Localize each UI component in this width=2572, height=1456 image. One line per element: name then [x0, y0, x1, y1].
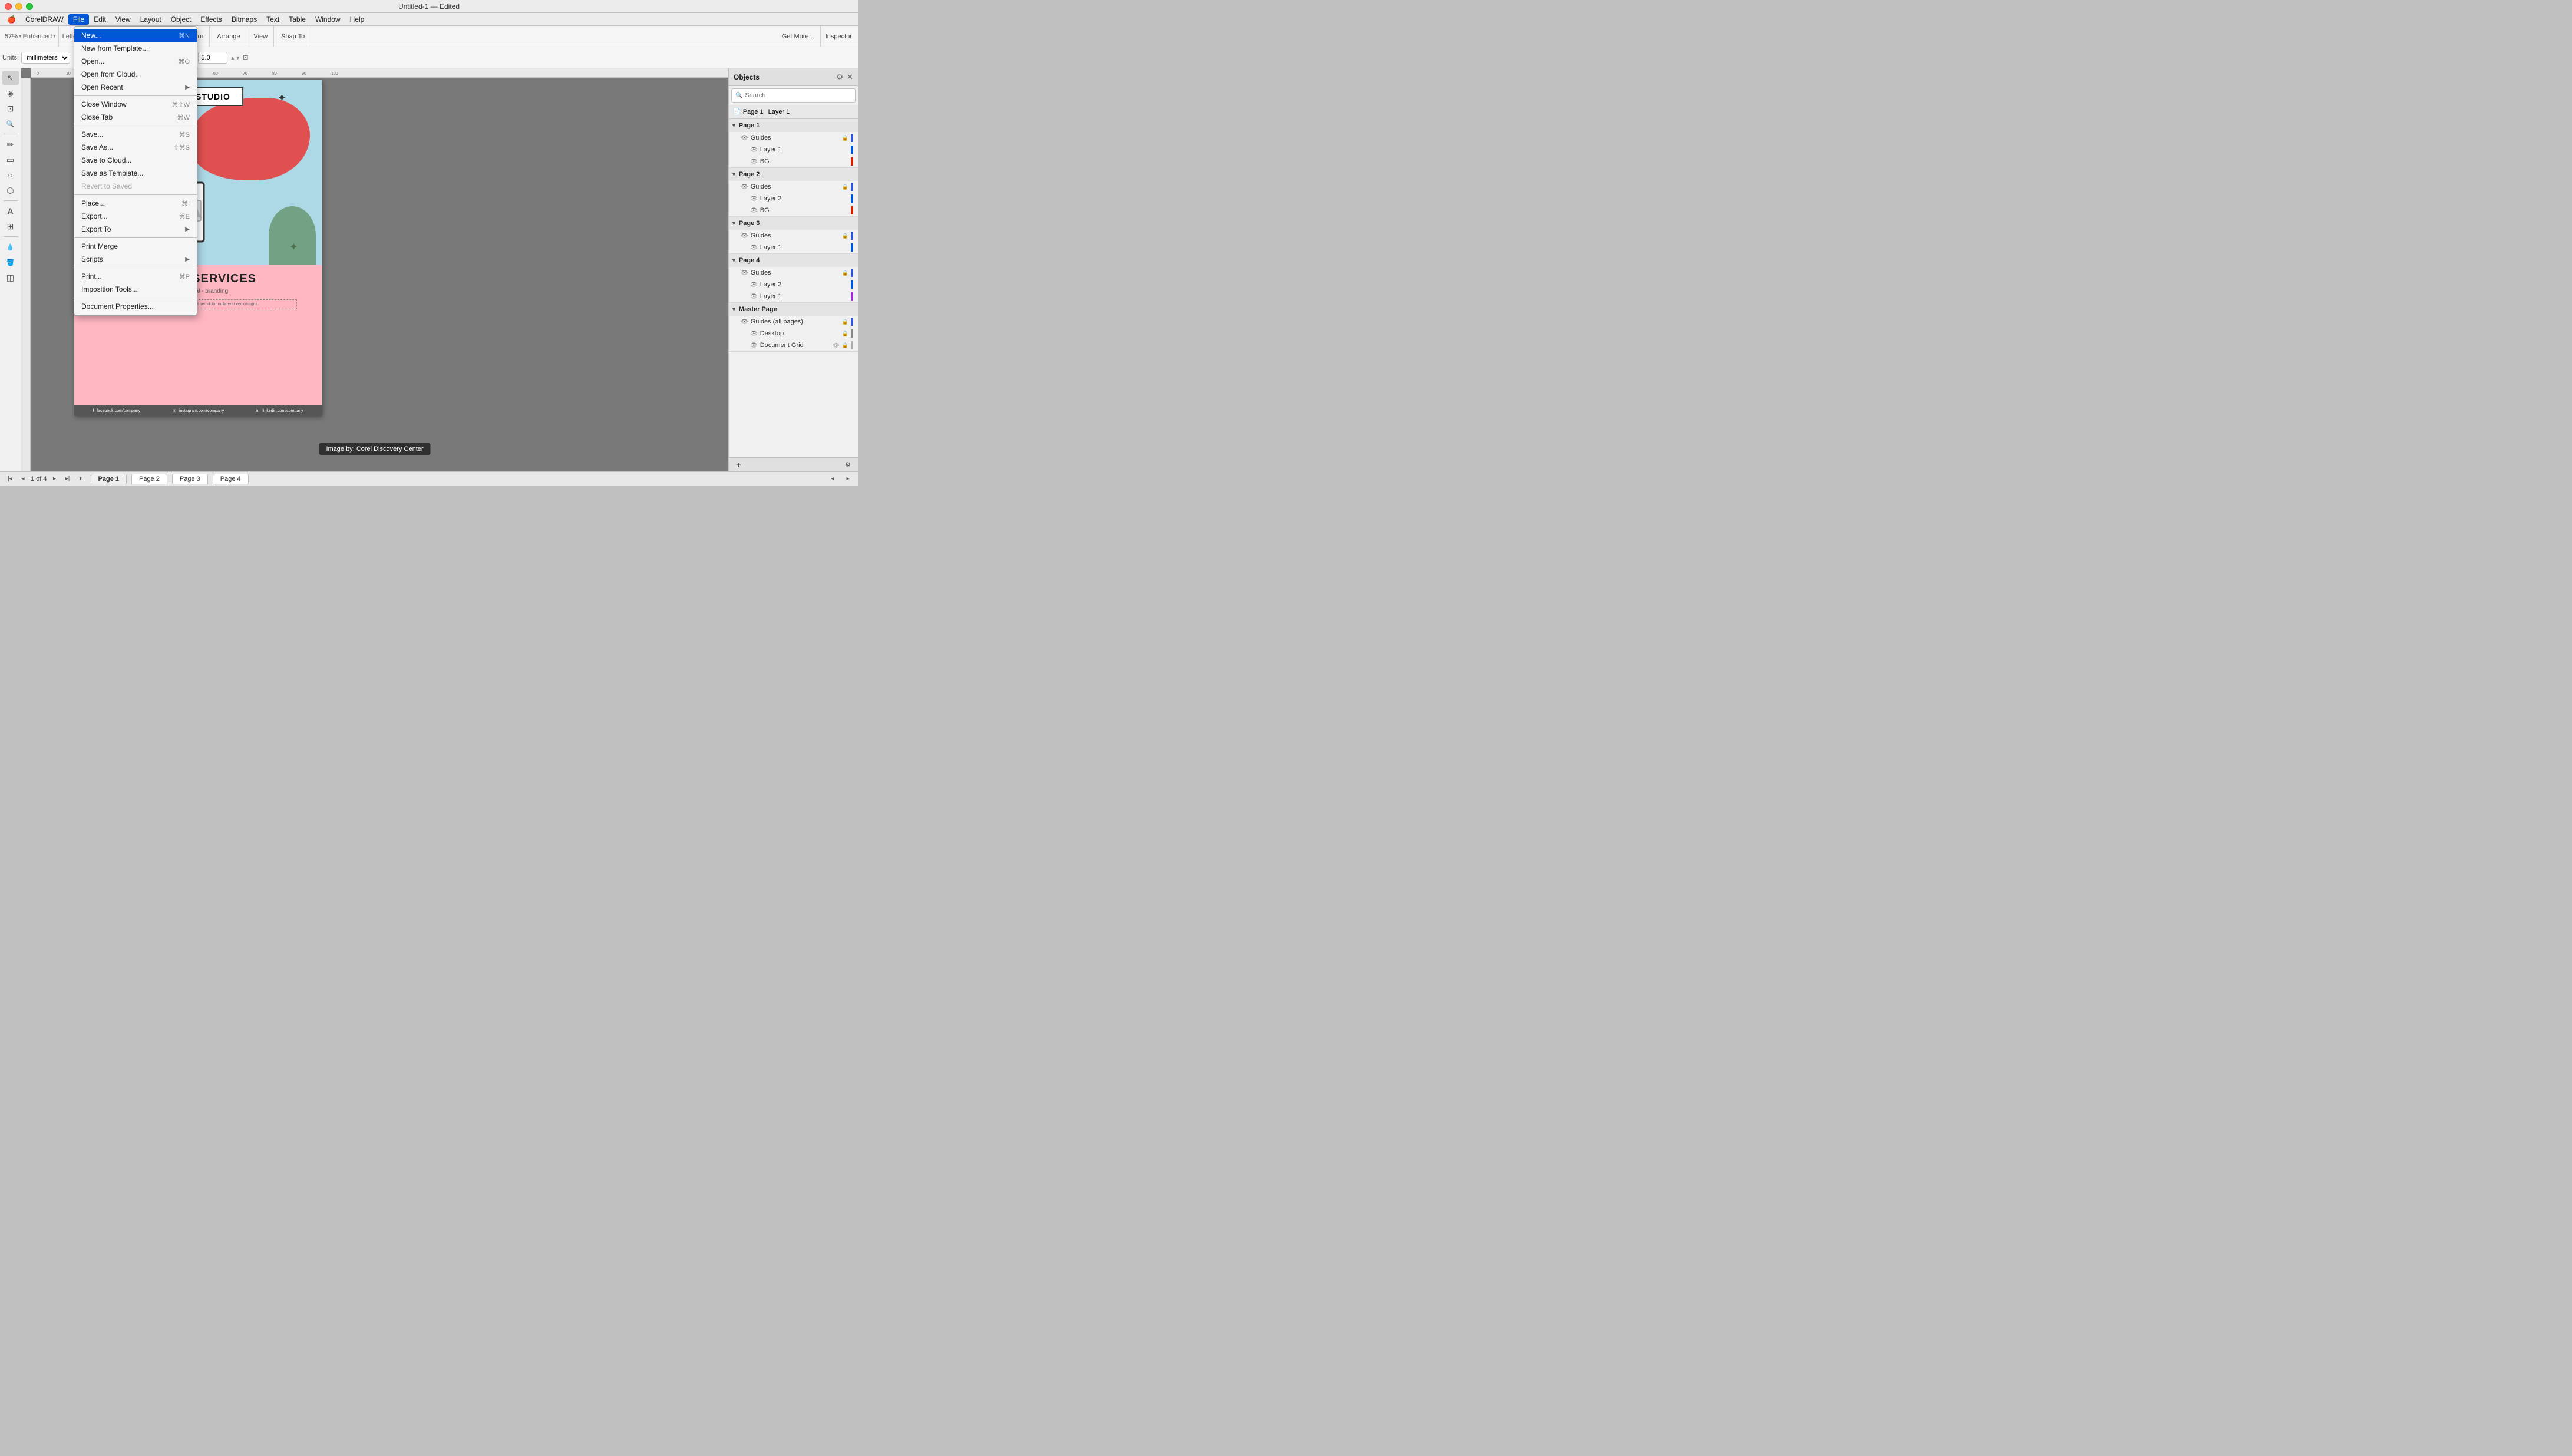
menu-print-label: Print... — [81, 272, 102, 280]
menu-save-label: Save... — [81, 130, 103, 138]
menu-export-label: Export... — [81, 212, 108, 220]
menu-new-label: New... — [81, 31, 101, 39]
menu-open-shortcut: ⌘O — [178, 58, 190, 65]
menu-open-cloud[interactable]: Open from Cloud... — [74, 68, 197, 81]
separator-4 — [74, 237, 197, 238]
menu-new-template-label: New from Template... — [81, 44, 148, 52]
menu-save-cloud[interactable]: Save to Cloud... — [74, 154, 197, 167]
open-recent-arrow: ▶ — [185, 84, 190, 91]
menu-open-label: Open... — [81, 57, 104, 65]
menu-scripts[interactable]: Scripts ▶ — [74, 253, 197, 266]
menu-revert-label: Revert to Saved — [81, 182, 132, 190]
menu-close-tab-label: Close Tab — [81, 113, 113, 121]
menu-save-as-shortcut: ⇧⌘S — [173, 144, 190, 151]
separator-1 — [74, 95, 197, 96]
menu-place[interactable]: Place... ⌘I — [74, 197, 197, 210]
scripts-arrow: ▶ — [185, 256, 190, 263]
file-dropdown-menu: New... ⌘N New from Template... Open... ⌘… — [74, 26, 197, 316]
menu-close-window-label: Close Window — [81, 100, 127, 108]
menu-open-recent-label: Open Recent — [81, 83, 123, 91]
menu-export[interactable]: Export... ⌘E — [74, 210, 197, 223]
menu-scripts-label: Scripts — [81, 255, 103, 263]
menu-revert: Revert to Saved — [74, 180, 197, 193]
menu-new[interactable]: New... ⌘N — [74, 29, 197, 42]
menu-new-template[interactable]: New from Template... — [74, 42, 197, 55]
menu-print[interactable]: Print... ⌘P — [74, 270, 197, 283]
menu-save-cloud-label: Save to Cloud... — [81, 156, 131, 164]
menu-doc-props-label: Document Properties... — [81, 302, 154, 311]
menu-save-template[interactable]: Save as Template... — [74, 167, 197, 180]
menu-doc-props[interactable]: Document Properties... — [74, 300, 197, 313]
menu-save-as-label: Save As... — [81, 143, 113, 151]
menu-close-window-shortcut: ⌘⇧W — [171, 101, 190, 108]
menu-open[interactable]: Open... ⌘O — [74, 55, 197, 68]
menu-export-to-label: Export To — [81, 225, 111, 233]
menu-print-merge[interactable]: Print Merge — [74, 240, 197, 253]
separator-3 — [74, 194, 197, 195]
menu-open-cloud-label: Open from Cloud... — [81, 70, 141, 78]
menu-save-as[interactable]: Save As... ⇧⌘S — [74, 141, 197, 154]
export-to-arrow: ▶ — [185, 226, 190, 233]
menu-save-shortcut: ⌘S — [179, 131, 190, 138]
menu-print-shortcut: ⌘P — [179, 273, 190, 280]
menu-export-to[interactable]: Export To ▶ — [74, 223, 197, 236]
menu-export-shortcut: ⌘E — [179, 213, 190, 220]
menu-close-tab[interactable]: Close Tab ⌘W — [74, 111, 197, 124]
menu-new-shortcut: ⌘N — [179, 32, 190, 39]
menu-place-shortcut: ⌘I — [181, 200, 190, 207]
menu-place-label: Place... — [81, 199, 105, 207]
menu-close-window[interactable]: Close Window ⌘⇧W — [74, 98, 197, 111]
dropdown-overlay[interactable] — [0, 0, 2572, 1456]
menu-print-merge-label: Print Merge — [81, 242, 118, 250]
menu-save[interactable]: Save... ⌘S — [74, 128, 197, 141]
menu-open-recent[interactable]: Open Recent ▶ — [74, 81, 197, 94]
menu-close-tab-shortcut: ⌘W — [177, 114, 190, 121]
menu-imposition[interactable]: Imposition Tools... — [74, 283, 197, 296]
menu-imposition-label: Imposition Tools... — [81, 285, 138, 293]
menu-save-template-label: Save as Template... — [81, 169, 143, 177]
